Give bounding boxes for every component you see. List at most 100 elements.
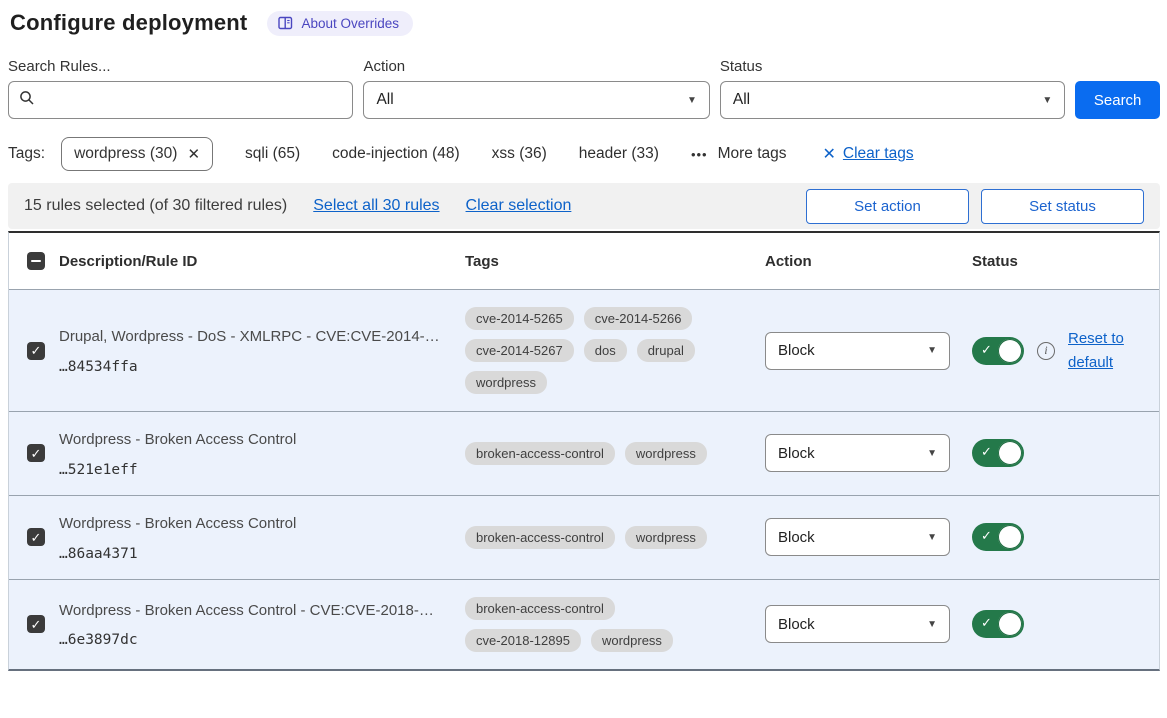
indeterminate-icon [31,260,41,262]
toggle-knob [998,525,1022,549]
tag-option-sqli[interactable]: sqli (65) [245,145,300,163]
search-rules-input[interactable] [8,81,353,119]
tags-bar: Tags: wordpress (30) ✕ sqli (65) code-in… [8,137,1160,171]
table-row: ✓ Wordpress - Broken Access Control …86a… [9,495,1159,579]
selected-tag-wordpress[interactable]: wordpress (30) ✕ [61,137,213,171]
clear-tags-label[interactable]: Clear tags [843,145,914,163]
search-icon [19,90,35,111]
tag-pill: broken-access-control [465,597,615,620]
status-toggle[interactable]: ✓ [972,337,1024,365]
book-icon [278,16,293,30]
tag-pill: wordpress [465,371,547,394]
column-action: Action [765,253,972,270]
rule-description: Wordpress - Broken Access Control - CVE:… [59,600,465,622]
set-status-button[interactable]: Set status [981,189,1144,224]
column-description: Description/Rule ID [59,253,465,270]
action-select[interactable]: Block ▼ [765,332,950,370]
toggle-check-icon: ✓ [981,342,992,358]
action-filter-select[interactable]: All ▼ [363,81,709,119]
tag-pill: wordpress [591,629,673,652]
chevron-down-icon: ▼ [927,619,937,630]
rule-id: …6e3897dc [59,632,465,648]
chevron-down-icon: ▼ [687,95,697,106]
chevron-down-icon: ▼ [927,448,937,459]
ellipsis-icon: ••• [691,147,708,162]
status-filter-label: Status [720,58,1065,75]
rule-id: …521e1eff [59,462,465,478]
action-select[interactable]: Block ▼ [765,434,950,472]
row-checkbox[interactable]: ✓ [27,615,45,633]
chevron-down-icon: ▼ [927,532,937,543]
table-header: Description/Rule ID Tags Action Status [9,233,1159,289]
action-select[interactable]: Block ▼ [765,518,950,556]
more-tags-button[interactable]: ••• More tags [691,145,787,163]
tag-option-xss[interactable]: xss (36) [492,145,547,163]
rule-description: Drupal, Wordpress - DoS - XMLRPC - CVE:C… [59,326,465,348]
tag-pill: broken-access-control [465,442,615,465]
remove-tag-icon[interactable]: ✕ [187,145,200,163]
rule-tags: broken-access-controlwordpress [465,442,765,465]
row-checkbox[interactable]: ✓ [27,444,45,462]
tag-pill: wordpress [625,526,707,549]
clear-selection-link[interactable]: Clear selection [466,197,572,215]
set-action-button[interactable]: Set action [806,189,969,224]
action-filter-label: Action [363,58,709,75]
rule-tags: cve-2014-5265cve-2014-5266cve-2014-5267d… [465,307,765,394]
clear-tags-button[interactable]: ✕ Clear tags [823,144,914,164]
rule-tags: broken-access-control cve-2018-12895 wordp… [465,597,765,652]
selection-summary: 15 rules selected (of 30 filtered rules) [24,197,287,215]
selection-bar: 15 rules selected (of 30 filtered rules)… [8,183,1160,229]
select-all-link[interactable]: Select all 30 rules [313,197,439,215]
checkmark-icon: ✓ [31,447,42,460]
search-button[interactable]: Search [1075,81,1160,119]
configure-deployment-page: Configure deployment About Overrides Sea… [0,0,1167,671]
toggle-knob [998,612,1022,636]
tag-pill: cve-2018-12895 [465,629,581,652]
rule-id: …84534ffa [59,359,465,375]
rule-description: Wordpress - Broken Access Control [59,513,465,535]
checkmark-icon: ✓ [31,618,42,631]
tag-option-header[interactable]: header (33) [579,145,659,163]
tag-pill: broken-access-control [465,526,615,549]
column-status: Status [972,253,1159,270]
action-select-value: Block [778,529,815,546]
action-select[interactable]: Block ▼ [765,605,950,643]
status-filter-value: All [733,91,750,109]
status-toggle[interactable]: ✓ [972,523,1024,551]
row-checkbox[interactable]: ✓ [27,528,45,546]
status-toggle[interactable]: ✓ [972,610,1024,638]
status-toggle[interactable]: ✓ [972,439,1024,467]
rules-table: Description/Rule ID Tags Action Status ✓… [8,231,1160,671]
status-filter-select[interactable]: All ▼ [720,81,1065,119]
checkmark-icon: ✓ [31,531,42,544]
tag-pill: dos [584,339,627,362]
tag-pill: cve-2014-5267 [465,339,574,362]
about-overrides-badge[interactable]: About Overrides [267,11,413,36]
search-rules-label: Search Rules... [8,58,353,75]
toggle-check-icon: ✓ [981,615,992,631]
clear-icon: ✕ [823,144,836,164]
table-row: ✓ Wordpress - Broken Access Control …521… [9,411,1159,495]
toggle-check-icon: ✓ [981,444,992,460]
more-tags-label: More tags [718,145,787,163]
rule-description: Wordpress - Broken Access Control [59,429,465,451]
page-header: Configure deployment About Overrides [8,10,1160,36]
toggle-knob [998,339,1022,363]
toggle-knob [998,441,1022,465]
tag-pill: cve-2014-5265 [465,307,574,330]
select-all-checkbox[interactable] [27,252,45,270]
action-select-value: Block [778,445,815,462]
table-row: ✓ Drupal, Wordpress - DoS - XMLRPC - CVE… [9,289,1159,411]
chevron-down-icon: ▼ [1042,95,1052,106]
info-icon[interactable]: i [1037,342,1055,360]
action-select-value: Block [778,616,815,633]
row-checkbox[interactable]: ✓ [27,342,45,360]
page-title: Configure deployment [10,10,247,36]
tag-option-code-injection[interactable]: code-injection (48) [332,145,460,163]
table-body: ✓ Drupal, Wordpress - DoS - XMLRPC - CVE… [9,289,1159,669]
rule-tags: broken-access-control wordpress [465,526,765,549]
selected-tag-label: wordpress (30) [74,145,177,163]
reset-to-default-link[interactable]: Reset to default [1068,327,1130,375]
checkmark-icon: ✓ [31,344,42,357]
filters-row: Search Rules... Action All ▼ Status All … [8,58,1160,119]
